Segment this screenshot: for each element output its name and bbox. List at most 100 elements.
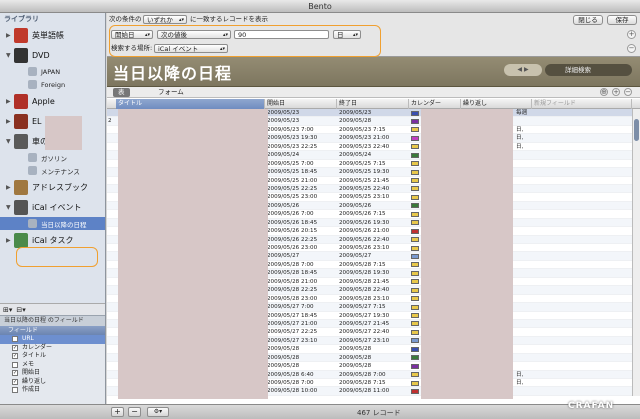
field-item[interactable]: ✓ 繰り返し xyxy=(0,377,105,387)
disclosure-triangle-icon[interactable]: ▶ xyxy=(6,32,14,39)
calendar-color-swatch xyxy=(411,270,419,276)
field-item[interactable]: ✓ カレンダー xyxy=(0,344,105,353)
cell-repeat: 日, xyxy=(516,126,524,133)
calendar-color-swatch xyxy=(411,161,419,167)
gear-menu-button[interactable]: ⚙▾ xyxy=(147,407,169,417)
disclosure-triangle-icon[interactable]: ▶ xyxy=(6,184,14,191)
field-checkbox[interactable]: ✓ xyxy=(12,353,18,360)
library-label: iCal イベント xyxy=(32,202,82,212)
save-button[interactable]: 保存 xyxy=(607,15,637,25)
cell-end: 2009/05/23 7:15 xyxy=(339,126,386,133)
col-repeat[interactable]: 繰り返し xyxy=(461,99,532,109)
library-item[interactable]: ▼ DVD xyxy=(0,45,105,65)
add-record-button[interactable]: + xyxy=(111,407,124,417)
library-item[interactable]: ▶ Apple xyxy=(0,91,105,111)
field-item[interactable]: ✓ 開始日 xyxy=(0,369,105,378)
cell-start: 2009/05/23 xyxy=(267,118,300,125)
field-item[interactable]: URL xyxy=(0,335,105,344)
field-checkbox[interactable]: ✓ xyxy=(12,370,18,377)
remove-record-button[interactable]: − xyxy=(128,407,141,417)
disclosure-triangle-icon[interactable]: ▶ xyxy=(6,237,14,244)
add-criterion-button[interactable]: + xyxy=(627,30,636,39)
collection-item[interactable]: Foreign xyxy=(0,78,105,91)
remove-criterion-button[interactable]: − xyxy=(627,44,636,53)
library-icon xyxy=(14,133,28,149)
field-item[interactable]: 作成日 xyxy=(0,386,105,395)
library-label: Apple xyxy=(32,96,55,106)
library-label: EL xyxy=(32,116,42,126)
col-start[interactable]: 開始日 xyxy=(265,99,337,109)
field-checkbox[interactable] xyxy=(12,361,18,368)
col-end[interactable]: 終了日 xyxy=(337,99,409,109)
collection-item[interactable]: メンテナンス xyxy=(0,164,105,177)
add-collection-button[interactable]: ⊟▾ xyxy=(16,306,25,314)
cell-start: 2009/05/28 18:45 xyxy=(267,270,318,277)
cell-start: 2009/05/25 22:25 xyxy=(267,185,318,192)
collection-item[interactable]: ガソリン xyxy=(0,151,105,164)
library-item[interactable]: ▶ 英単語帳 xyxy=(0,25,105,45)
sidebar-buttons: ⊞▾ ⊟▾ xyxy=(0,303,105,315)
calendar-color-swatch xyxy=(411,304,419,310)
match-select[interactable]: いずれか ▴▾ xyxy=(143,15,187,24)
cell-start: 2009/05/28 21:00 xyxy=(267,278,318,285)
view-add-icon[interactable]: + xyxy=(612,88,620,96)
disclosure-triangle-icon[interactable]: ▼ xyxy=(6,52,14,59)
field-label: URL xyxy=(22,335,34,342)
cell-end: 2009/05/26 22:40 xyxy=(339,236,390,243)
view-remove-icon[interactable]: − xyxy=(624,88,632,96)
fields-panel: 当日以降の日程 のフィールド フィールド URL ✓ カレンダー ✓ タイトル メモ ✓ 開始… xyxy=(0,315,105,404)
table-header: タイトル 開始日 終了日 カレンダー 繰り返し 新規フィールド xyxy=(107,99,640,109)
disclosure-triangle-icon[interactable]: ▼ xyxy=(6,204,14,211)
done-button[interactable]: 閉じる xyxy=(573,15,603,25)
field-label: 開始日 xyxy=(22,369,41,376)
collection-item[interactable]: JAPAN xyxy=(0,65,105,78)
sidebar-selection-highlight xyxy=(16,247,98,267)
collection-icon xyxy=(28,219,37,228)
library-label: アドレスブック xyxy=(32,182,88,192)
library-icon xyxy=(14,93,28,109)
cell-start: 2009/05/27 xyxy=(267,253,300,260)
field-item[interactable]: ✓ タイトル xyxy=(0,352,105,361)
view-options-icon[interactable]: ⊕ xyxy=(600,88,608,96)
record-nav[interactable]: ◀ ▶ xyxy=(504,64,542,76)
field-checkbox[interactable]: ✓ xyxy=(12,378,18,385)
col-calendar[interactable]: カレンダー xyxy=(409,99,461,109)
cell-start: 2009/05/27 22:25 xyxy=(267,329,318,336)
redacted-library-name xyxy=(45,116,82,150)
collection-item[interactable]: 当日以降の日程 xyxy=(0,217,105,230)
cell-repeat: 日, xyxy=(516,135,524,142)
vertical-scrollbar[interactable] xyxy=(632,109,640,396)
col-title[interactable]: タイトル xyxy=(116,99,265,109)
window-title: Bento xyxy=(0,0,640,13)
tab-table[interactable]: 表 xyxy=(113,88,130,97)
col-new-field[interactable]: 新規フィールド xyxy=(532,99,632,109)
calendar-color-swatch xyxy=(411,388,419,394)
library-header: ライブラリ xyxy=(4,15,39,23)
disclosure-triangle-icon[interactable]: ▼ xyxy=(6,138,14,145)
add-library-button[interactable]: ⊞▾ xyxy=(3,306,12,314)
advanced-search-button[interactable]: 詳細検索 xyxy=(545,64,632,76)
cell-start: 2009/05/28 22:25 xyxy=(267,287,318,294)
cell-end: 2009/05/25 21:45 xyxy=(339,177,390,184)
library-item[interactable]: ▶ アドレスブック xyxy=(0,177,105,197)
cell-start: 2009/05/24 xyxy=(267,152,300,159)
field-item[interactable]: メモ xyxy=(0,361,105,370)
cell-end: 2009/05/28 11:00 xyxy=(339,388,390,395)
disclosure-triangle-icon[interactable]: ▶ xyxy=(6,98,14,105)
calendar-color-swatch xyxy=(411,321,419,327)
scroll-thumb[interactable] xyxy=(634,119,639,141)
library-item[interactable]: ▼ iCal イベント xyxy=(0,197,105,217)
disclosure-triangle-icon[interactable]: ▶ xyxy=(6,118,14,125)
cell-end: 2009/05/27 22:40 xyxy=(339,329,390,336)
cell-end: 2009/05/28 7:00 xyxy=(339,371,386,378)
cell-end: 2009/05/27 19:30 xyxy=(339,312,390,319)
field-checkbox[interactable] xyxy=(12,336,18,343)
tab-form[interactable]: フォーム xyxy=(153,88,189,97)
field-label: 繰り返し xyxy=(22,377,47,385)
field-checkbox[interactable] xyxy=(12,387,18,394)
calendar-color-swatch xyxy=(411,380,419,386)
library-label: DVD xyxy=(32,50,50,60)
field-checkbox[interactable]: ✓ xyxy=(12,344,18,351)
collection-label: ガソリン xyxy=(41,154,67,163)
cell-start: 2009/05/25 23:00 xyxy=(267,194,318,201)
